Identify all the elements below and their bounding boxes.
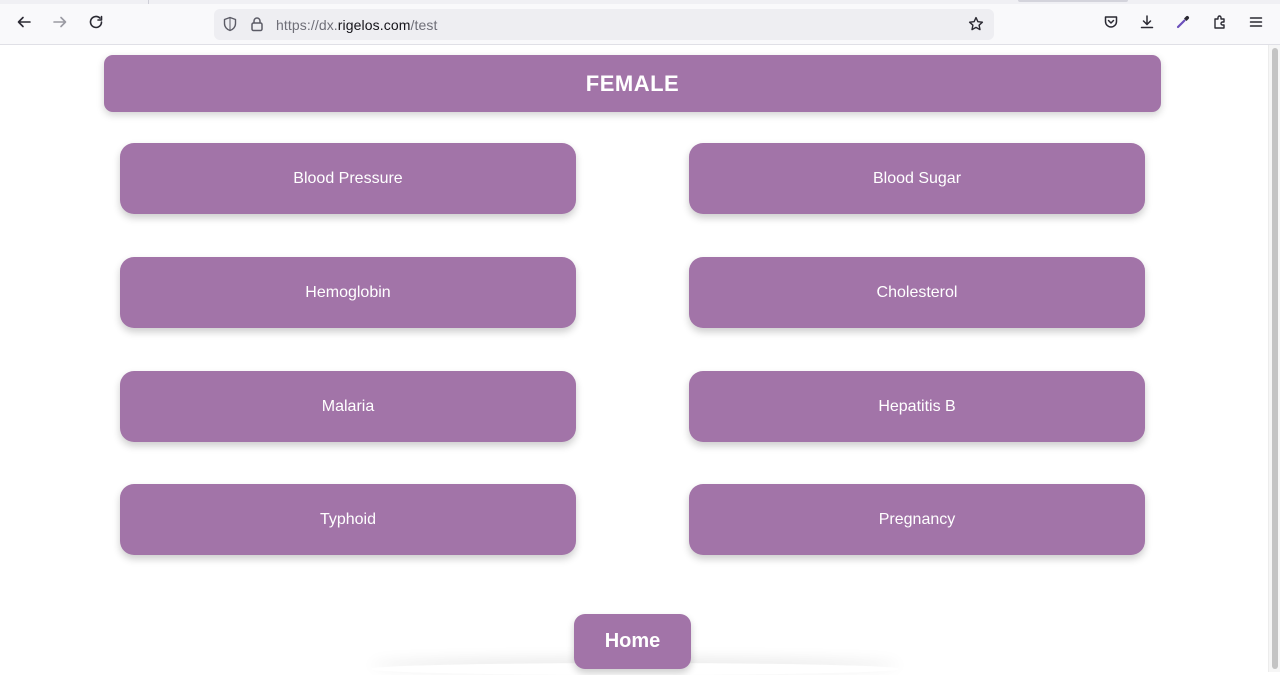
star-icon[interactable]	[968, 16, 986, 34]
url-domain: rigelos.com	[337, 17, 411, 33]
shield-icon[interactable]	[222, 16, 240, 34]
cholesterol-button[interactable]: Cholesterol	[689, 257, 1145, 328]
tab-separator	[148, 0, 149, 4]
pregnancy-button[interactable]: Pregnancy	[689, 484, 1145, 555]
lock-icon[interactable]	[249, 16, 267, 34]
forward-icon	[52, 14, 68, 35]
home-button[interactable]: Home	[574, 614, 691, 669]
vertical-scrollbar[interactable]	[1268, 45, 1280, 672]
browser-toolbar: https://dx.rigelos.com/test	[0, 0, 1280, 45]
back-icon	[16, 14, 32, 35]
reload-icon	[88, 14, 104, 35]
url-text[interactable]: https://dx.rigelos.com/test	[276, 17, 437, 33]
pocket-icon	[1103, 14, 1119, 35]
menu-icon	[1248, 14, 1264, 35]
page-title: FEMALE	[104, 55, 1161, 112]
blood-pressure-button[interactable]: Blood Pressure	[120, 143, 576, 214]
url-path: /test	[410, 17, 438, 33]
extensions-icon	[1212, 14, 1228, 35]
hemoglobin-button[interactable]: Hemoglobin	[120, 257, 576, 328]
tab-strip	[0, 0, 1280, 4]
eyedropper-icon	[1175, 14, 1191, 35]
forward-button[interactable]	[47, 11, 73, 37]
downloads-button[interactable]	[1134, 11, 1160, 37]
tab-indicator	[1018, 0, 1128, 2]
scrollbar-thumb[interactable]	[1272, 48, 1278, 669]
download-icon	[1139, 14, 1155, 35]
address-bar[interactable]: https://dx.rigelos.com/test	[214, 9, 994, 40]
typhoid-button[interactable]: Typhoid	[120, 484, 576, 555]
eyedropper-button[interactable]	[1170, 11, 1196, 37]
app-menu-button[interactable]	[1243, 11, 1269, 37]
page-content: FEMALE Blood Pressure Blood Sugar Hemogl…	[0, 45, 1268, 672]
extensions-button[interactable]	[1207, 11, 1233, 37]
blood-sugar-button[interactable]: Blood Sugar	[689, 143, 1145, 214]
reload-button[interactable]	[83, 11, 109, 37]
url-scheme: https://dx.	[276, 17, 338, 33]
pocket-button[interactable]	[1098, 11, 1124, 37]
hepatitis-b-button[interactable]: Hepatitis B	[689, 371, 1145, 442]
malaria-button[interactable]: Malaria	[120, 371, 576, 442]
back-button[interactable]	[11, 11, 37, 37]
